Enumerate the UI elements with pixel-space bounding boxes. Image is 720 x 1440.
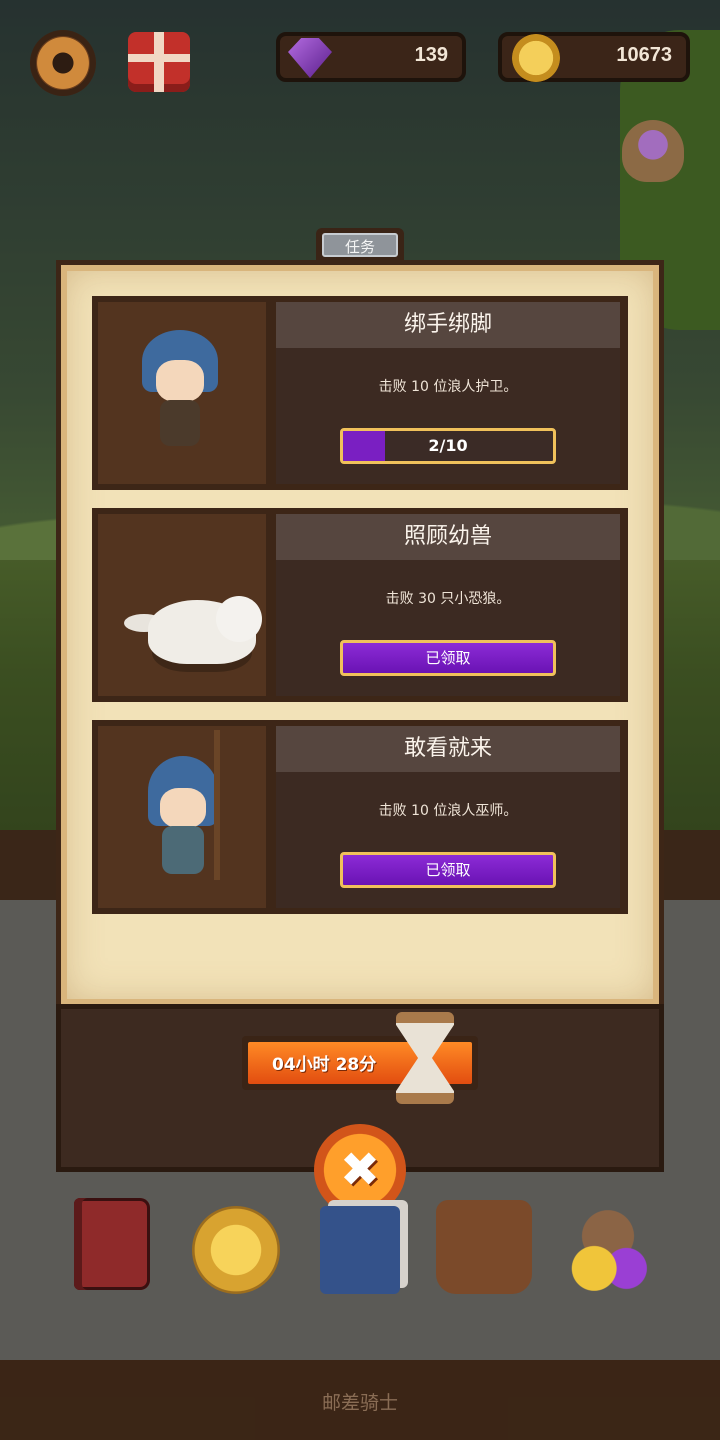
quest-card: 照顾幼兽 击败 30 只小恐狼。 已领取 <box>92 508 628 702</box>
quest-info: 敢看就来 击败 10 位浪人巫师。 已领取 <box>276 726 620 908</box>
spellbook-icon[interactable] <box>74 1198 150 1290</box>
quest-portrait <box>98 726 266 908</box>
wolf-head <box>216 596 262 642</box>
coin-icon <box>512 34 560 82</box>
quest-portrait <box>98 302 266 484</box>
claimed-button[interactable]: 已领取 <box>340 852 556 888</box>
coin-count: 10673 <box>616 44 672 66</box>
claimed-button[interactable]: 已领取 <box>340 640 556 676</box>
quest-progress-text: 2/10 <box>428 436 468 455</box>
staff <box>214 730 220 880</box>
quest-info: 照顾幼兽 击败 30 只小恐狼。 已领取 <box>276 514 620 696</box>
gem-count: 139 <box>414 44 448 66</box>
gift-icon[interactable] <box>128 32 190 92</box>
settings-gear-icon[interactable] <box>30 30 96 96</box>
close-icon: ✖ <box>339 1142 381 1198</box>
close-button[interactable]: ✖ <box>314 1124 406 1216</box>
quest-title: 敢看就来 <box>276 726 620 772</box>
quest-info: 绑手绑脚 击败 10 位浪人护卫。 2/10 <box>276 302 620 484</box>
quest-tab: 任务 <box>316 228 404 262</box>
quest-description: 击败 10 位浪人护卫。 <box>378 379 518 395</box>
quest-card: 绑手绑脚 击败 10 位浪人护卫。 2/10 <box>92 296 628 490</box>
quest-description: 击败 10 位浪人巫师。 <box>378 803 518 819</box>
quest-title: 绑手绑脚 <box>276 302 620 348</box>
quest-tab-label: 任务 <box>322 233 398 257</box>
quest-portrait <box>98 514 266 696</box>
coin-counter[interactable]: 10673 <box>498 32 690 82</box>
quest-title: 照顾幼兽 <box>276 514 620 560</box>
refresh-timer-text: 04小时 28分 <box>272 1055 377 1075</box>
quest-description: 击败 30 只小恐狼。 <box>385 591 511 607</box>
quest-card: 敢看就来 击败 10 位浪人巫师。 已领取 <box>92 720 628 914</box>
footer-label: 邮差骑士 <box>321 1392 398 1414</box>
backpack-icon[interactable] <box>436 1200 532 1294</box>
loot-sack-icon[interactable] <box>622 120 684 182</box>
cards-icon[interactable] <box>320 1206 400 1294</box>
gem-icon <box>288 38 332 78</box>
quest-progress-bar: 2/10 <box>340 428 556 464</box>
gem-counter[interactable]: 139 <box>276 32 466 82</box>
loot-icon[interactable] <box>562 1204 654 1296</box>
medal-icon[interactable] <box>192 1206 280 1294</box>
